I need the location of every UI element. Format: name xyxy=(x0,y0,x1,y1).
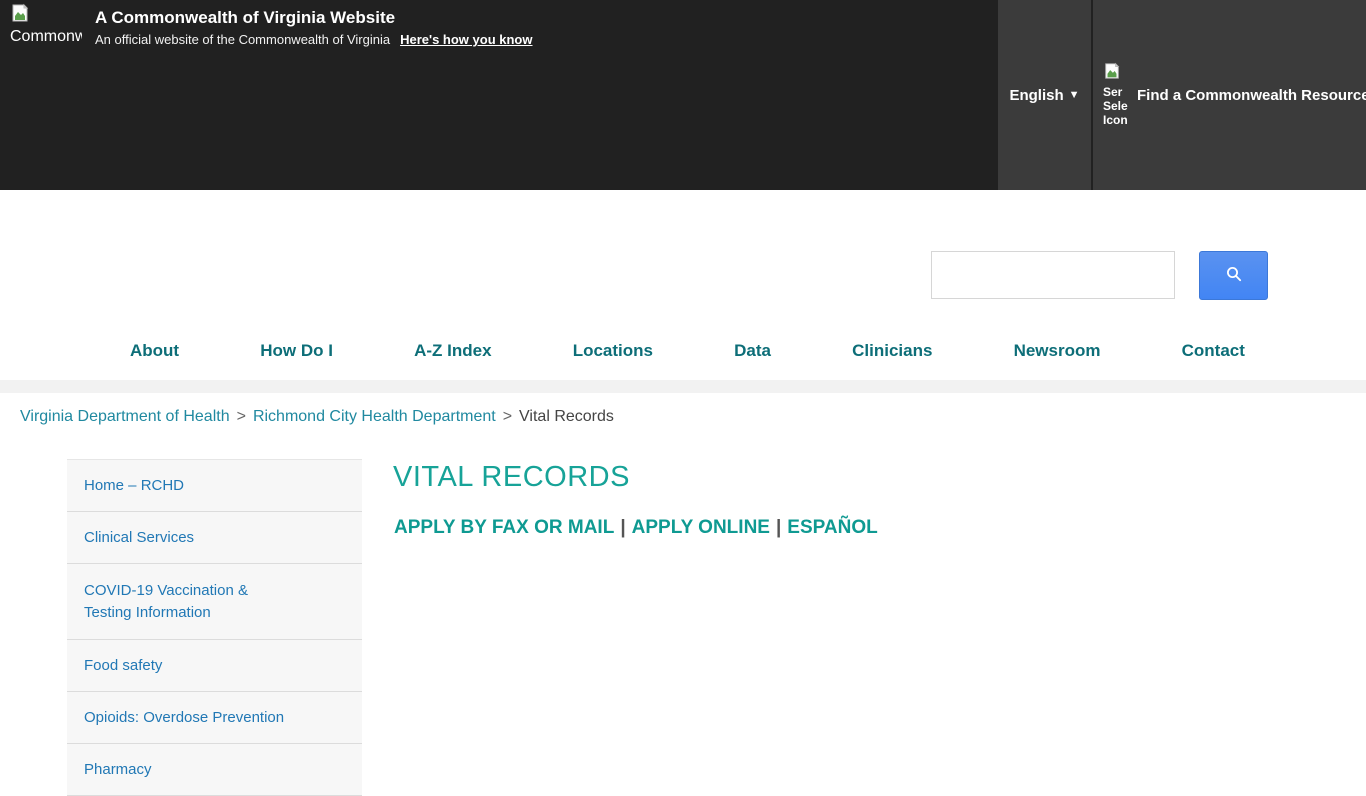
banner-title: A Commonwealth of Virginia Website xyxy=(95,8,395,28)
sidebar-item-partial[interactable]: Pharmacy xyxy=(67,744,362,796)
nav-item-az-index[interactable]: A-Z Index xyxy=(414,341,491,361)
find-resource-panel[interactable]: Ser Sele Icon Find a Commonwealth Resour… xyxy=(1093,0,1366,190)
breadcrumb-current: Vital Records xyxy=(519,408,614,425)
banner-subtitle: An official website of the Commonwealth … xyxy=(95,32,390,47)
espanol-link[interactable]: ESPAÑOL xyxy=(787,517,877,538)
sidebar-link[interactable]: COVID-19 Vaccination & Testing Informati… xyxy=(84,580,269,624)
chevron-down-icon: ▼ xyxy=(1069,89,1080,101)
sidebar-menu: Home – RCHD Clinical Services COVID-19 V… xyxy=(67,459,362,796)
nav-item-how-do-i[interactable]: How Do I xyxy=(260,341,333,361)
search-icon xyxy=(1225,265,1243,286)
icon-alt-text: Ser xyxy=(1103,85,1130,99)
broken-image-icon xyxy=(10,10,30,27)
breadcrumb-separator: > xyxy=(503,408,512,425)
link-separator: | xyxy=(776,517,781,538)
logo-alt-text: Commonw xyxy=(10,28,82,46)
commonwealth-logo-broken-image: Commonw xyxy=(10,3,82,46)
nav-item-newsroom[interactable]: Newsroom xyxy=(1014,341,1101,361)
heres-how-you-know-link[interactable]: Here's how you know xyxy=(400,32,532,47)
nav-item-about[interactable]: About xyxy=(130,341,179,361)
nav-bottom-strip xyxy=(0,380,1366,393)
nav-item-data[interactable]: Data xyxy=(734,341,771,361)
search-input[interactable] xyxy=(931,251,1175,299)
sidebar-item-food-safety[interactable]: Food safety xyxy=(67,640,362,692)
apply-fax-mail-link[interactable]: APPLY BY FAX OR MAIL xyxy=(394,517,614,538)
main-navigation: About How Do I A-Z Index Locations Data … xyxy=(130,341,1245,361)
broken-image-icon xyxy=(1103,67,1121,84)
breadcrumb: Virginia Department of Health > Richmond C… xyxy=(20,408,614,426)
breadcrumb-separator: > xyxy=(237,408,246,425)
breadcrumb-vdh-link[interactable]: Virginia Department of Health xyxy=(20,408,230,425)
sidebar-link[interactable]: Food safety xyxy=(84,655,162,677)
sidebar-link[interactable]: Pharmacy xyxy=(84,759,152,781)
commonwealth-banner: Commonw A Commonwealth of Virginia Websi… xyxy=(0,0,1366,190)
breadcrumb-rchd-link[interactable]: Richmond City Health Department xyxy=(253,408,496,425)
icon-alt-text: Sele xyxy=(1103,99,1130,113)
sidebar-link[interactable]: Clinical Services xyxy=(84,527,194,549)
nav-item-contact[interactable]: Contact xyxy=(1182,341,1245,361)
sidebar-item-home-rchd[interactable]: Home – RCHD xyxy=(67,460,362,512)
apply-online-link[interactable]: APPLY ONLINE xyxy=(632,517,770,538)
search-button[interactable] xyxy=(1199,251,1268,300)
language-selector[interactable]: English ▼ xyxy=(998,0,1091,190)
banner-subtitle-row: An official website of the Commonwealth … xyxy=(95,32,532,47)
page-title: VITAL RECORDS xyxy=(393,461,630,494)
icon-alt-text: Icon xyxy=(1103,113,1130,127)
sidebar-link[interactable]: Home – RCHD xyxy=(84,475,184,497)
nav-item-locations[interactable]: Locations xyxy=(573,341,653,361)
link-separator: | xyxy=(620,517,625,538)
apply-links-row: APPLY BY FAX OR MAIL | APPLY ONLINE | ESPAÑO… xyxy=(394,517,878,539)
sidebar-link[interactable]: Opioids: Overdose Prevention xyxy=(84,707,284,729)
sidebar-item-covid19[interactable]: COVID-19 Vaccination & Testing Informati… xyxy=(67,564,362,640)
find-resource-label: Find a Commonwealth Resource xyxy=(1137,87,1366,104)
sidebar-item-opioids[interactable]: Opioids: Overdose Prevention xyxy=(67,692,362,744)
nav-item-clinicians[interactable]: Clinicians xyxy=(852,341,932,361)
language-label: English xyxy=(1009,87,1063,104)
sidebar-item-clinical-services[interactable]: Clinical Services xyxy=(67,512,362,564)
services-selection-broken-image: Ser Sele Icon xyxy=(1103,62,1130,127)
